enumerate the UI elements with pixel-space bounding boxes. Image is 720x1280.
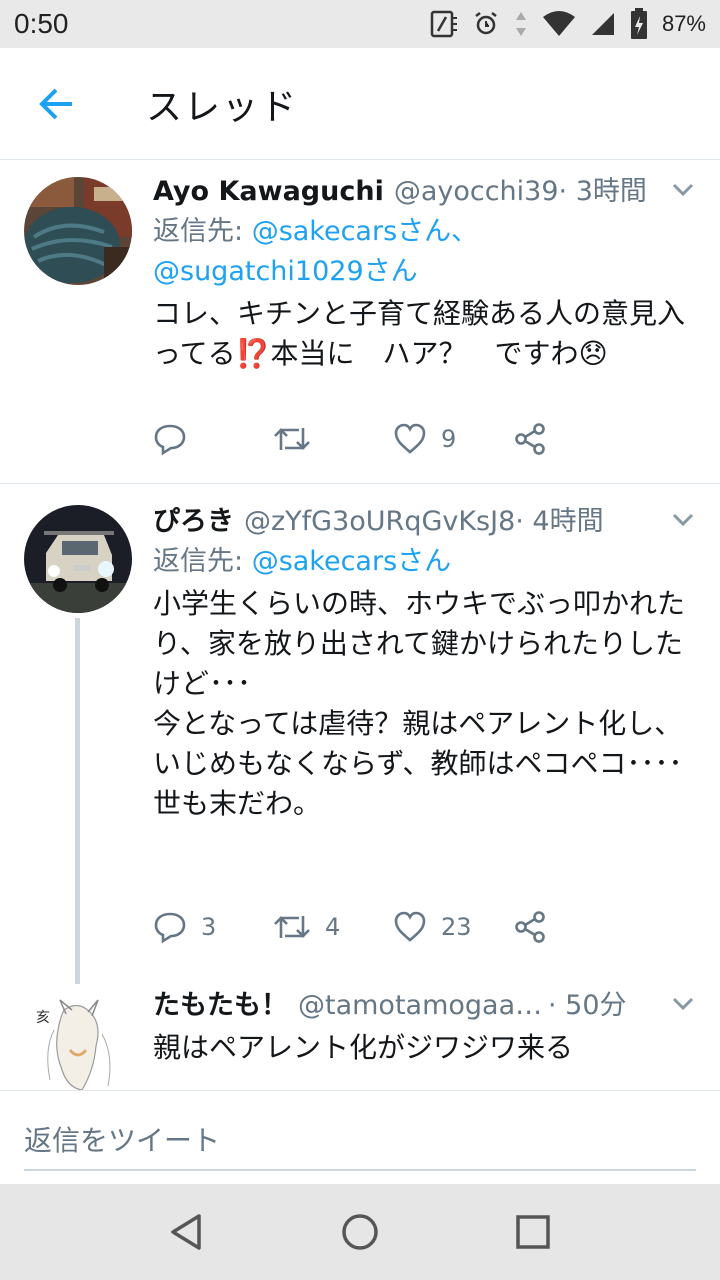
reply-input[interactable] — [24, 1111, 696, 1171]
retweet-button[interactable] — [273, 422, 393, 456]
author-name[interactable]: たもたも！ — [153, 986, 288, 1026]
back-button[interactable] — [0, 48, 112, 160]
avatar[interactable] — [24, 505, 132, 613]
chevron-down-icon — [672, 997, 694, 1011]
tweet-header: Ayo Kawaguchi @ayocchi39 · 3時間 — [153, 172, 696, 212]
heart-icon — [394, 911, 426, 942]
tweet-header: ぴろき @zYfG3oURqGvKsJ8 · 4時間 — [153, 502, 696, 542]
tweet-actions: 3 4 23 — [153, 910, 633, 944]
nfc-icon — [428, 9, 458, 39]
author-handle[interactable]: @ayocchi39 — [394, 172, 559, 212]
tweet-text: 親はペアレント化がジワジワ来る — [153, 1031, 574, 1064]
thread-line — [75, 618, 80, 984]
reply-to-mentions[interactable]: @sakecarsさん — [252, 546, 451, 577]
author-name[interactable]: ぴろき — [153, 502, 234, 542]
like-button[interactable]: 9 — [393, 423, 513, 455]
home-circle-icon — [342, 1214, 378, 1250]
share-icon — [515, 911, 545, 943]
retweet-icon — [274, 428, 310, 450]
tweet-time: · 50分 — [548, 990, 627, 1021]
cell-signal-icon — [590, 11, 616, 37]
like-button[interactable]: 23 — [393, 911, 513, 943]
battery-icon — [630, 8, 648, 40]
retweet-button[interactable]: 4 — [273, 910, 393, 944]
reply-icon — [154, 912, 186, 944]
heart-icon — [394, 423, 426, 454]
like-count: 9 — [441, 425, 457, 453]
author-handle[interactable]: @zYfG3oURqGvKsJ8 — [244, 502, 515, 542]
author-handle[interactable]: @tamotamogaaa... — [298, 986, 548, 1026]
arrow-left-icon — [39, 88, 72, 119]
reply-button[interactable] — [153, 422, 273, 456]
wifi-icon — [542, 11, 576, 37]
chevron-down-icon — [672, 183, 694, 197]
data-arrows-icon — [514, 10, 528, 38]
reply-to: 返信先: @sakecarsさん — [153, 542, 696, 582]
page-title: スレッド — [146, 86, 299, 128]
reply-icon — [154, 424, 186, 456]
navigation-bar — [0, 1184, 720, 1280]
nav-home-button[interactable] — [320, 1192, 400, 1272]
status-bar: 0:50 87% — [0, 0, 720, 48]
author-name[interactable]: Ayo Kawaguchi — [153, 172, 384, 212]
share-button[interactable] — [513, 422, 633, 456]
tweet-header: たもたも！ @tamotamogaaa... · 50分 — [153, 986, 696, 1026]
tweet-text: 小学生くらいの時、ホウキでぶっ叩かれたり、家を放り出されて鍵かけられたりしたけど… — [153, 587, 686, 820]
tweet-time: · 4時間 — [515, 506, 604, 537]
reply-to-label: 返信先: — [153, 216, 252, 247]
tweet-body: Ayo Kawaguchi @ayocchi39 · 3時間 返信先: @sak… — [153, 172, 696, 374]
tweet-body: たもたも！ @tamotamogaaa... · 50分 親はペアレント化がジワ… — [153, 986, 696, 1068]
tweet[interactable]: 亥 たもたも！ @tamotamogaaa... · 50分 親はペアレント化が… — [0, 984, 720, 1090]
tweet-time: · 3時間 — [558, 176, 647, 207]
nav-back-button[interactable] — [147, 1192, 227, 1272]
tweet[interactable]: Ayo Kawaguchi @ayocchi39 · 3時間 返信先: @sak… — [0, 160, 720, 484]
tweet-menu-button[interactable] — [670, 176, 696, 206]
avatar[interactable] — [24, 177, 132, 285]
status-time: 0:50 — [14, 8, 69, 39]
nav-recents-button[interactable] — [493, 1192, 573, 1272]
recents-square-icon — [516, 1215, 551, 1249]
reply-button[interactable]: 3 — [153, 910, 273, 944]
battery-percent: 87% — [661, 11, 706, 36]
tweet-body: ぴろき @zYfG3oURqGvKsJ8 · 4時間 返信先: @sakecar… — [153, 502, 696, 824]
retweet-icon — [274, 916, 310, 938]
alarm-icon — [472, 10, 500, 38]
status-icons: 87% — [428, 8, 706, 40]
share-button[interactable] — [513, 910, 633, 944]
back-triangle-icon — [170, 1214, 201, 1250]
svg-text:亥: 亥 — [36, 1010, 50, 1026]
reply-composer — [0, 1090, 720, 1184]
reply-to-label: 返信先: — [153, 546, 252, 577]
retweet-count: 4 — [325, 913, 341, 941]
app-bar: スレッド — [0, 48, 720, 160]
reply-to: 返信先: @sakecarsさん、@sugatchi1029さん — [153, 212, 493, 292]
tweet[interactable]: ぴろき @zYfG3oURqGvKsJ8 · 4時間 返信先: @sakecar… — [0, 484, 720, 984]
like-count: 23 — [441, 913, 472, 941]
chevron-down-icon — [672, 513, 694, 527]
tweet-text: コレ、キチンと子育て経験ある人の意見入ってる⁉️本当に ハア？ ですわ😞 — [153, 297, 686, 370]
share-icon — [515, 423, 545, 455]
tweet-menu-button[interactable] — [670, 990, 696, 1020]
avatar[interactable]: 亥 — [24, 990, 132, 1090]
reply-count: 3 — [201, 913, 217, 941]
tweet-actions: 9 — [153, 422, 633, 456]
tweet-menu-button[interactable] — [670, 506, 696, 536]
